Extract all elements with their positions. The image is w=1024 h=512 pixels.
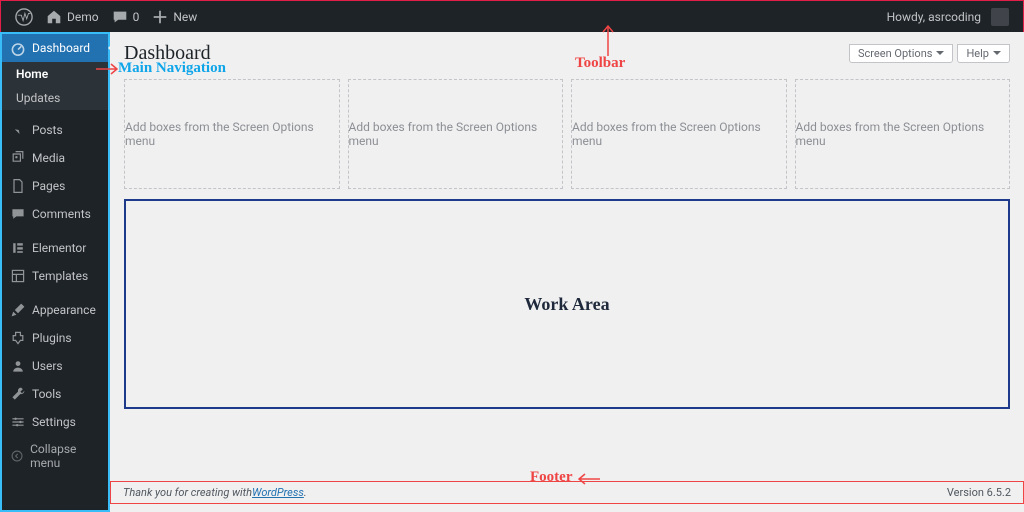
- help-label: Help: [966, 47, 989, 60]
- toolbar: Demo 0 New Howdy, asrcoding: [0, 0, 1024, 32]
- screen-options-toggle[interactable]: Screen Options: [849, 44, 953, 63]
- new-content-menu[interactable]: New: [145, 1, 203, 32]
- plugin-icon: [10, 330, 26, 346]
- sidebar-item-dashboard[interactable]: Dashboard: [2, 34, 108, 62]
- empty-hint: Add boxes from the Screen Options menu: [349, 120, 563, 148]
- annotation-work-area-label: Work Area: [524, 294, 609, 315]
- plus-icon: [151, 8, 169, 26]
- templates-icon: [10, 268, 26, 284]
- help-toggle[interactable]: Help: [957, 44, 1010, 63]
- sidebar-item-appearance[interactable]: Appearance: [2, 296, 108, 324]
- empty-hint: Add boxes from the Screen Options menu: [796, 120, 1010, 148]
- howdy-text: Howdy, asrcoding: [887, 10, 981, 24]
- sidebar-item-label: Settings: [32, 415, 76, 429]
- metabox-drop-zone[interactable]: Add boxes from the Screen Options menu: [795, 79, 1011, 189]
- new-label: New: [173, 10, 197, 24]
- pin-icon: [10, 122, 26, 138]
- dashboard-icon: [10, 40, 26, 56]
- site-name-label: Demo: [67, 10, 99, 24]
- work-area-highlight: Work Area: [124, 199, 1010, 409]
- sidebar-item-label: Templates: [32, 269, 88, 283]
- collapse-icon: [10, 448, 24, 464]
- avatar: [991, 8, 1009, 26]
- work-area-region: Dashboard Screen Options Help Add boxes …: [110, 32, 1024, 512]
- wp-logo-menu[interactable]: [9, 1, 39, 32]
- page-icon: [10, 178, 26, 194]
- sidebar-item-posts[interactable]: Posts: [2, 116, 108, 144]
- footer-wordpress-link[interactable]: WordPress: [252, 486, 304, 499]
- footer: Thank you for creating with WordPress . …: [110, 481, 1024, 504]
- sidebar-item-label: Plugins: [32, 331, 72, 345]
- sidebar-item-label: Elementor: [32, 241, 86, 255]
- main-navigation: Dashboard Home Updates Posts Media Pages…: [0, 32, 110, 512]
- sidebar-item-label: Collapse menu: [30, 442, 100, 470]
- sidebar-item-users[interactable]: Users: [2, 352, 108, 380]
- sidebar-item-label: Comments: [32, 207, 91, 221]
- footer-thankyou-suffix: .: [304, 486, 307, 499]
- sidebar-item-label: Dashboard: [32, 41, 90, 55]
- sidebar-subitem-home[interactable]: Home: [2, 62, 108, 86]
- chevron-down-icon: [936, 51, 944, 59]
- sidebar-item-label: Pages: [32, 179, 65, 193]
- sidebar-item-label: Appearance: [32, 303, 96, 317]
- media-icon: [10, 150, 26, 166]
- screen-options-label: Screen Options: [858, 47, 932, 60]
- metabox-drop-zone[interactable]: Add boxes from the Screen Options menu: [124, 79, 340, 189]
- page-title: Dashboard: [124, 42, 211, 65]
- sidebar-item-label: Users: [32, 359, 63, 373]
- my-account-menu[interactable]: Howdy, asrcoding: [881, 1, 1015, 32]
- comments-count: 0: [133, 10, 140, 24]
- sidebar-item-comments[interactable]: Comments: [2, 200, 108, 228]
- elementor-icon: [10, 240, 26, 256]
- metabox-drop-zone[interactable]: Add boxes from the Screen Options menu: [348, 79, 564, 189]
- sidebar-item-label: Tools: [32, 387, 61, 401]
- sidebar-item-elementor[interactable]: Elementor: [2, 234, 108, 262]
- sidebar-item-label: Home: [16, 67, 48, 81]
- sidebar-item-label: Media: [32, 151, 65, 165]
- sidebar-item-plugins[interactable]: Plugins: [2, 324, 108, 352]
- footer-version: Version 6.5.2: [947, 486, 1011, 499]
- sidebar-collapse[interactable]: Collapse menu: [2, 436, 108, 476]
- chevron-down-icon: [993, 51, 1001, 59]
- sidebar-item-settings[interactable]: Settings: [2, 408, 108, 436]
- metabox-drop-zone[interactable]: Add boxes from the Screen Options menu: [571, 79, 787, 189]
- sidebar-item-label: Posts: [32, 123, 63, 137]
- sidebar-item-label: Updates: [16, 91, 60, 105]
- site-name-menu[interactable]: Demo: [39, 1, 105, 32]
- sidebar-item-tools[interactable]: Tools: [2, 380, 108, 408]
- wrench-icon: [10, 386, 26, 402]
- footer-thankyou-prefix: Thank you for creating with: [123, 486, 252, 499]
- comments-menu[interactable]: 0: [105, 1, 146, 32]
- brush-icon: [10, 302, 26, 318]
- empty-hint: Add boxes from the Screen Options menu: [125, 120, 339, 148]
- wordpress-icon: [15, 8, 33, 26]
- dashboard-widgets-holder: Add boxes from the Screen Options menu A…: [124, 79, 1010, 189]
- home-icon: [45, 8, 63, 26]
- comment-icon: [111, 8, 129, 26]
- sidebar-subitem-updates[interactable]: Updates: [2, 86, 108, 110]
- sliders-icon: [10, 414, 26, 430]
- user-icon: [10, 358, 26, 374]
- sidebar-item-templates[interactable]: Templates: [2, 262, 108, 290]
- comment-icon: [10, 206, 26, 222]
- sidebar-item-media[interactable]: Media: [2, 144, 108, 172]
- empty-hint: Add boxes from the Screen Options menu: [572, 120, 786, 148]
- sidebar-item-pages[interactable]: Pages: [2, 172, 108, 200]
